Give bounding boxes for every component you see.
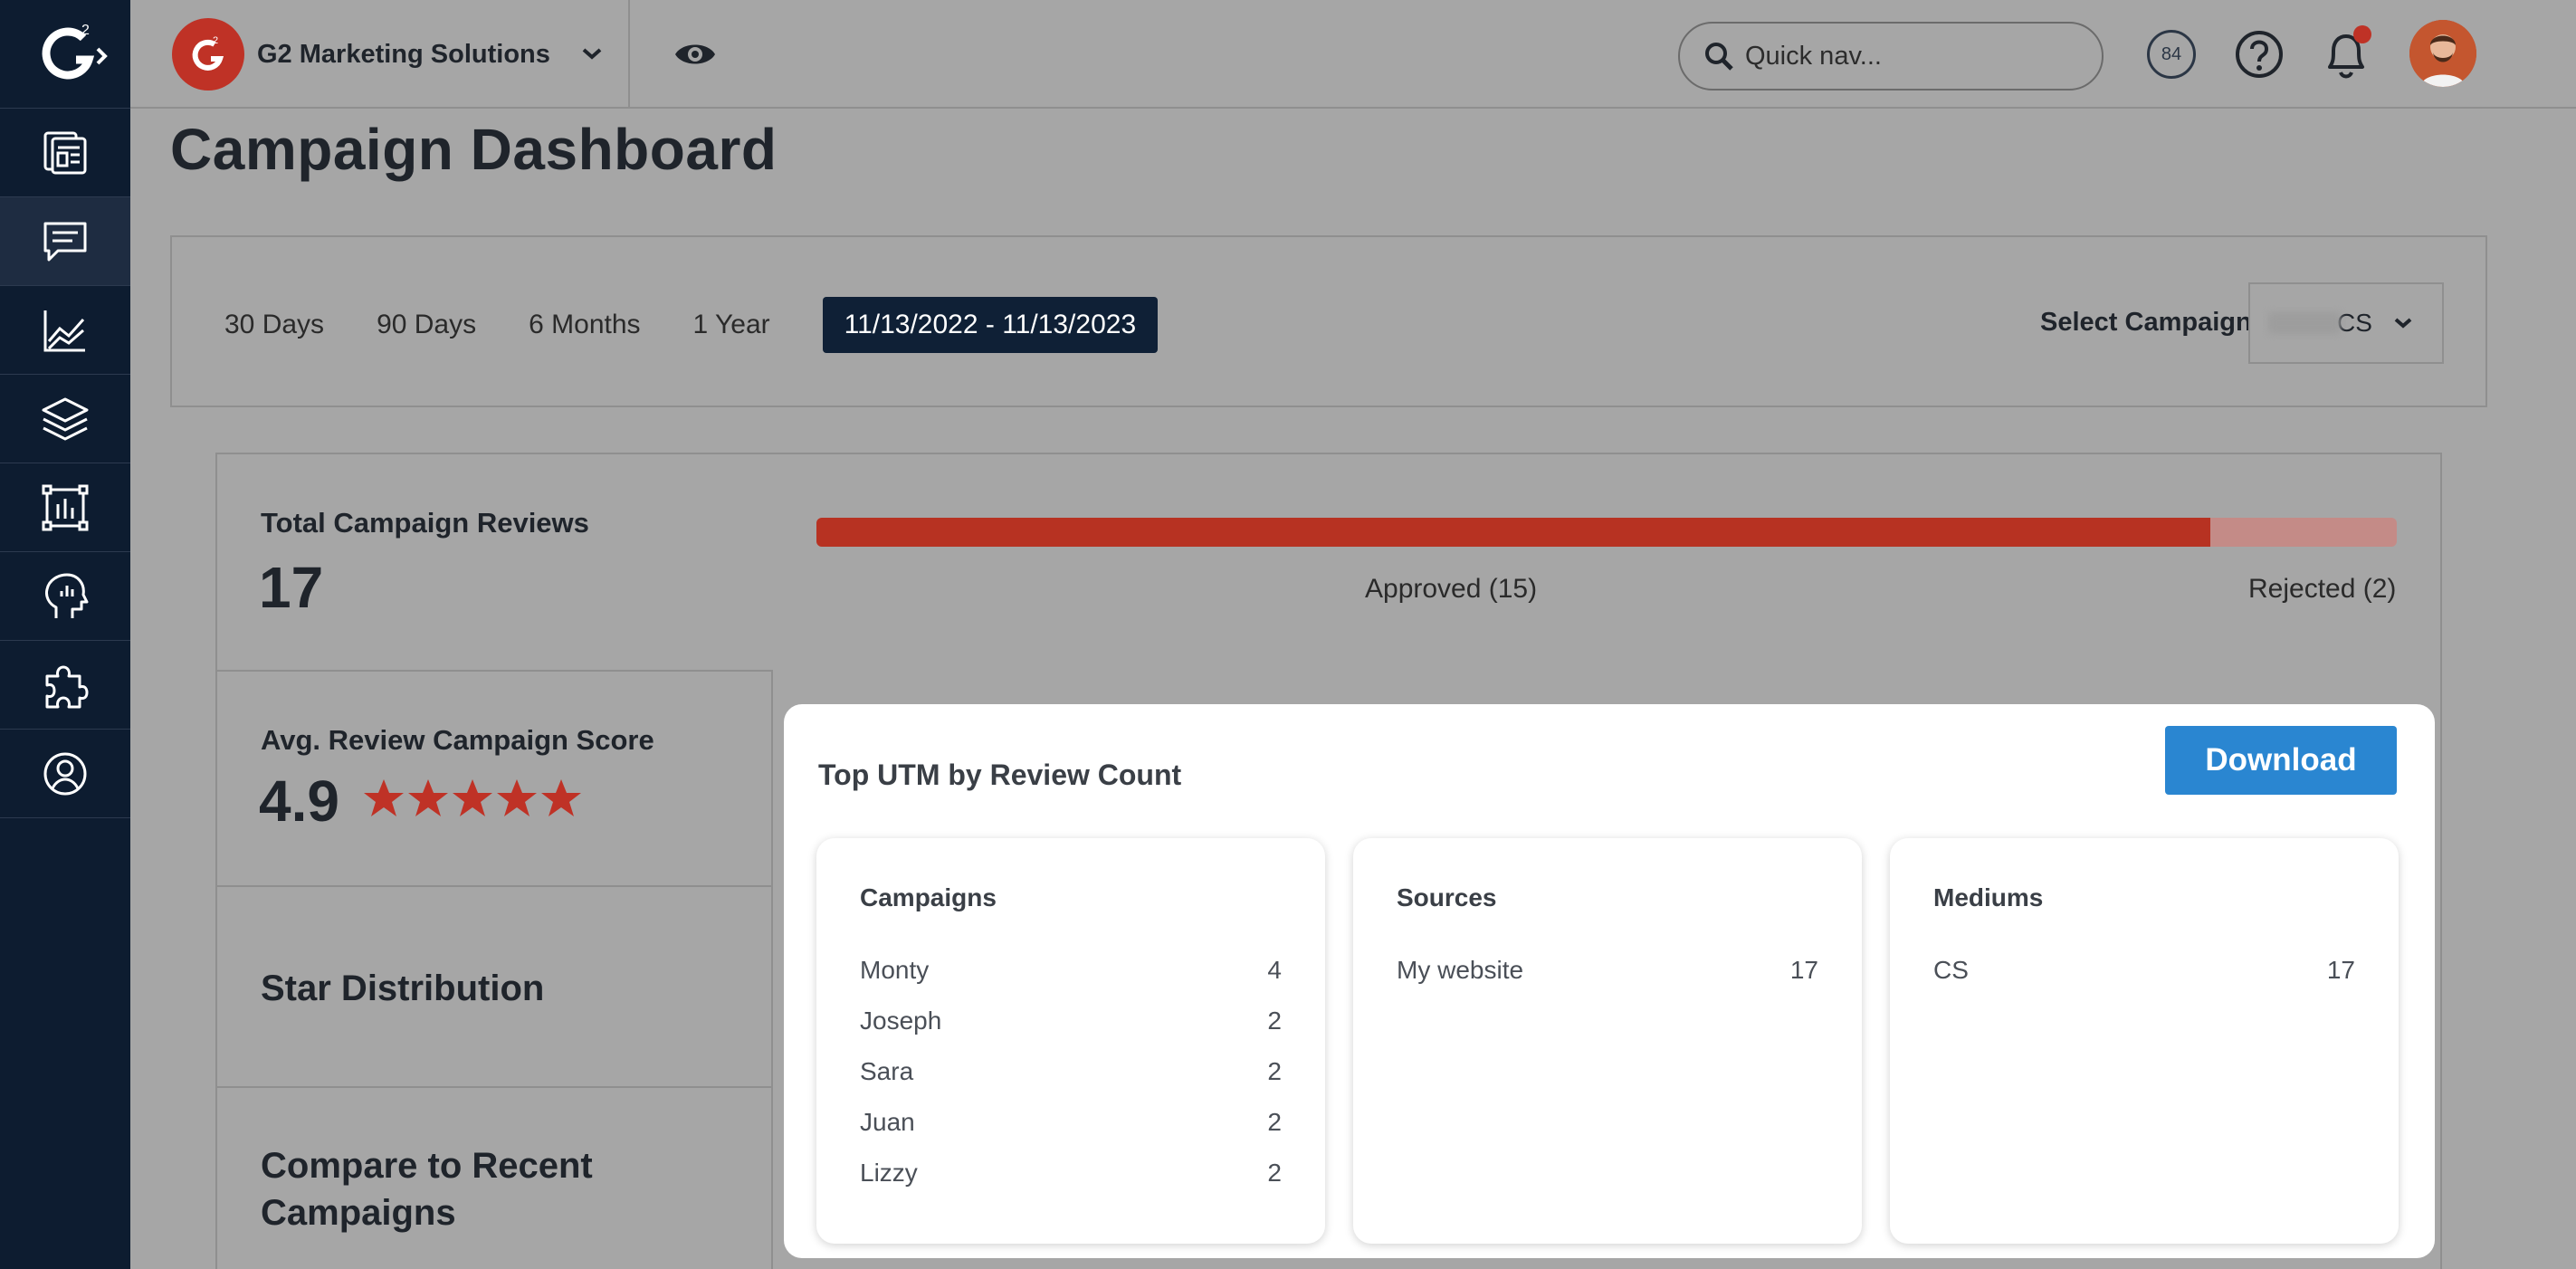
- buyer-intent-icon: [42, 484, 89, 530]
- campaign-name: Juan: [860, 1108, 915, 1136]
- org-switcher[interactable]: 2 G2 Marketing Solutions: [172, 18, 603, 91]
- campaign-name: Sara: [860, 1057, 914, 1085]
- range-30-days[interactable]: 30 Days: [224, 310, 324, 340]
- range-1-year[interactable]: 1 Year: [693, 310, 770, 340]
- medium-count: 17: [2326, 956, 2355, 984]
- notification-dot: [2353, 25, 2371, 43]
- list-item: Juan 2: [860, 1097, 1282, 1148]
- star-distribution-title: Star Distribution: [261, 968, 545, 1008]
- source-name: My website: [1397, 956, 1524, 984]
- mediums-card: Mediums CS 17: [1890, 838, 2399, 1244]
- campaign-count: 2: [1267, 1159, 1282, 1187]
- review-count-badge[interactable]: 84: [2147, 30, 2196, 79]
- list-item: CS 17: [1933, 945, 2355, 996]
- header-divider: [628, 0, 630, 109]
- medium-name: CS: [1933, 956, 1969, 984]
- select-campaign-dropdown[interactable]: CS: [2248, 282, 2444, 364]
- svg-text:2: 2: [213, 35, 218, 46]
- page-title: Campaign Dashboard: [170, 117, 778, 182]
- quick-nav-search[interactable]: [1678, 22, 2104, 91]
- source-count: 17: [1789, 956, 1818, 984]
- g2-logo-icon[interactable]: 2: [0, 0, 130, 109]
- list-item: Sara 2: [860, 1046, 1282, 1097]
- rail-item-dashboard[interactable]: [0, 109, 130, 197]
- layers-icon: [42, 397, 89, 441]
- range-custom-active[interactable]: 11/13/2022 - 11/13/2023: [822, 297, 1159, 353]
- star-icon: [364, 779, 404, 816]
- top-bar: 2 G2 Marketing Solutions 84: [130, 0, 2576, 109]
- rail-item-profile[interactable]: [0, 730, 130, 818]
- list-item: Monty 4: [860, 945, 1282, 996]
- approved-label: Approved (15): [1365, 574, 1538, 604]
- filter-bar: 30 Days 90 Days 6 Months 1 Year 11/13/20…: [170, 235, 2487, 407]
- date-range-tabs: 30 Days 90 Days 6 Months 1 Year 11/13/20…: [224, 297, 1159, 353]
- top-utm-modal: Top UTM by Review Count Download Campaig…: [784, 704, 2435, 1258]
- total-reviews-label: Total Campaign Reviews: [261, 507, 589, 539]
- avatar[interactable]: [2409, 20, 2476, 87]
- star-icon: [541, 779, 581, 816]
- download-button[interactable]: Download: [2165, 726, 2397, 795]
- rail-item-layers[interactable]: [0, 375, 130, 463]
- avg-score-value: 4.9: [259, 768, 339, 834]
- redacted-text: [2268, 312, 2341, 334]
- approved-fill: [816, 518, 2210, 547]
- insights-head-icon: [45, 573, 89, 618]
- left-rail: 2: [0, 0, 130, 1269]
- integrations-puzzle-icon: [45, 665, 89, 708]
- modal-title: Top UTM by Review Count: [818, 759, 1182, 791]
- search-icon: [1705, 43, 1733, 71]
- star-icon: [453, 779, 492, 816]
- range-6-months[interactable]: 6 Months: [529, 310, 640, 340]
- org-name: G2 Marketing Solutions: [257, 39, 550, 69]
- compare-campaigns-title: Compare to Recent Campaigns: [261, 1146, 593, 1233]
- chevron-down-icon: [2394, 318, 2412, 329]
- help-icon[interactable]: [2234, 29, 2285, 84]
- campaign-name: Monty: [860, 956, 930, 984]
- approval-progress-bar: [816, 518, 2397, 547]
- list-item: My website 17: [1397, 945, 1818, 996]
- list-item: Joseph 2: [860, 996, 1282, 1046]
- preview-eye-icon[interactable]: [673, 36, 717, 77]
- campaigns-heading: Campaigns: [860, 883, 997, 911]
- divider: [215, 885, 773, 887]
- svg-text:2: 2: [81, 23, 90, 38]
- rail-item-insights[interactable]: [0, 552, 130, 641]
- rail-item-buyer-intent[interactable]: [0, 463, 130, 552]
- quick-nav-input[interactable]: [1745, 41, 2089, 72]
- star-icon: [408, 779, 448, 816]
- reviews-chat-icon: [43, 222, 87, 261]
- rail-item-analytics[interactable]: [0, 286, 130, 375]
- campaigns-card: Campaigns Monty 4 Joseph 2 Sara 2 Juan 2 Liz…: [816, 838, 1325, 1244]
- rail-item-reviews[interactable]: [0, 197, 130, 286]
- campaign-count: 2: [1267, 1108, 1282, 1136]
- campaign-count: 4: [1267, 956, 1282, 984]
- chevron-down-icon: [582, 48, 602, 60]
- select-campaign-value: CS: [2337, 309, 2372, 337]
- analytics-chart-icon: [43, 310, 85, 351]
- campaign-count: 2: [1267, 1007, 1282, 1035]
- avg-score-label: Avg. Review Campaign Score: [261, 724, 654, 756]
- org-logo-icon: 2: [172, 18, 244, 91]
- range-90-days[interactable]: 90 Days: [377, 310, 476, 340]
- sources-card: Sources My website 17: [1353, 838, 1862, 1244]
- profile-icon: [43, 752, 87, 795]
- mediums-heading: Mediums: [1933, 883, 2044, 911]
- select-campaign-label: Select Campaign: [2040, 308, 2252, 337]
- campaign-name: Lizzy: [860, 1159, 918, 1187]
- star-icon: [497, 779, 537, 816]
- campaign-count: 2: [1267, 1057, 1282, 1085]
- dashboard-icon: [43, 131, 87, 174]
- campaign-name: Joseph: [860, 1007, 942, 1035]
- star-rating: [362, 777, 584, 820]
- list-item: Lizzy 2: [860, 1148, 1282, 1198]
- total-reviews-value: 17: [259, 555, 324, 620]
- rejected-label: Rejected (2): [2248, 574, 2397, 604]
- sources-heading: Sources: [1397, 883, 1497, 911]
- divider: [215, 1086, 773, 1088]
- rail-item-integrations[interactable]: [0, 641, 130, 730]
